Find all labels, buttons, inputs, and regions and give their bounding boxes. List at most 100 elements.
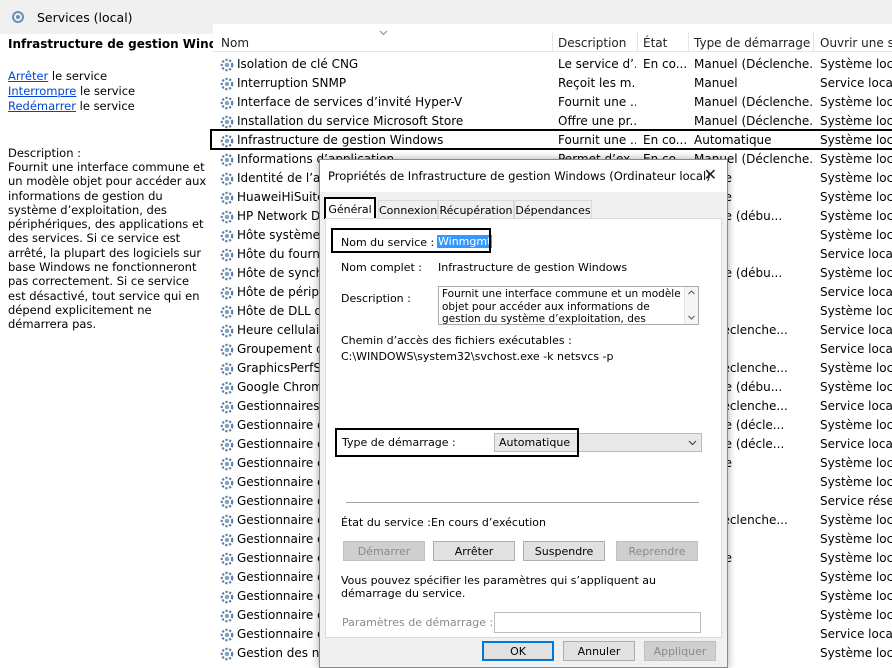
table-cell: Manuel (Déclenche...: [694, 95, 812, 109]
table-cell: Système local: [820, 608, 892, 622]
column-separator[interactable]: [637, 32, 638, 52]
pause-link[interactable]: Interrompre: [8, 84, 76, 98]
params-input[interactable]: [494, 612, 701, 633]
table-cell: Système local: [820, 418, 892, 432]
full-name-label: Nom complet :: [341, 261, 422, 274]
table-cell: Système local: [820, 646, 892, 660]
pause-button[interactable]: Suspendre: [523, 541, 605, 561]
table-row[interactable]: Interface de services d’invité Hyper-V Fo…: [213, 93, 892, 112]
gear-icon: [219, 437, 235, 453]
gear-icon: [219, 494, 235, 510]
table-cell: Reçoit les m...: [558, 76, 636, 90]
gear-icon: [219, 285, 235, 301]
gear-icon: [219, 190, 235, 206]
tab-dependances[interactable]: Dépendances: [514, 200, 592, 219]
chevron-down-icon[interactable]: [688, 315, 695, 320]
table-cell: Manuel (Déclenche...: [694, 57, 812, 71]
gear-icon: [219, 456, 235, 472]
tab-connexion[interactable]: Connexion: [378, 200, 438, 219]
restart-link[interactable]: Redémarrer: [8, 99, 76, 113]
description-text: Fournit une interface commune et un modè…: [8, 160, 207, 332]
column-header-state[interactable]: État: [643, 36, 667, 50]
table-cell: Service local: [820, 323, 892, 337]
column-header-description[interactable]: Description: [558, 36, 626, 50]
table-cell: Interruption SNMP: [237, 76, 347, 90]
table-cell: Service local: [820, 247, 892, 261]
apply-button[interactable]: Appliquer: [644, 641, 716, 661]
service-name-highlight: [331, 228, 491, 253]
gear-icon: [219, 380, 235, 396]
table-cell: Isolation de clé CNG: [237, 57, 359, 71]
chevron-down-icon: [688, 440, 697, 446]
table-row[interactable]: Interruption SNMP Reçoit les m... Manuel Se…: [213, 74, 892, 93]
gear-icon: [219, 57, 235, 73]
gear-icon: [219, 171, 235, 187]
stop-link[interactable]: Arrêter: [8, 69, 48, 83]
table-cell: Système local: [820, 57, 892, 71]
description-field[interactable]: Fournit une interface commune et un modè…: [438, 286, 699, 325]
stop-button[interactable]: Arrêter: [433, 541, 515, 561]
table-cell: Interface de services d’invité Hyper-V: [237, 95, 463, 109]
description-scrollbar[interactable]: [684, 287, 698, 324]
table-row[interactable]: Isolation de clé CNG Le service d’... En c…: [213, 55, 892, 74]
ok-button[interactable]: OK: [482, 641, 554, 661]
params-label: Paramètres de démarrage :: [342, 616, 494, 629]
table-cell: Fournit une ...: [558, 95, 636, 109]
resume-button[interactable]: Reprendre: [616, 541, 698, 561]
gear-icon: [219, 76, 235, 92]
gear-icon: [219, 627, 235, 643]
gear-icon: [219, 475, 235, 491]
start-button[interactable]: Démarrer: [343, 541, 425, 561]
table-cell: Système local: [820, 532, 892, 546]
action-text: le service: [48, 69, 108, 83]
column-separator[interactable]: [552, 32, 553, 52]
action-text: le service: [75, 99, 135, 113]
startup-type-highlight: [335, 428, 579, 457]
dialog-title-bar: Propriétés de Infrastructure de gestion …: [320, 160, 727, 192]
gear-icon: [219, 399, 235, 415]
gear-icon: [219, 361, 235, 377]
details-pane: Infrastructure de gestion Windows Arrête…: [0, 34, 244, 668]
table-cell: Système local: [820, 475, 892, 489]
gear-icon: [219, 228, 235, 244]
description-label: Description :: [8, 146, 82, 160]
gear-icon: [219, 209, 235, 225]
column-separator[interactable]: [813, 32, 814, 52]
table-cell: Manuel: [694, 76, 738, 90]
gear-icon: [219, 570, 235, 586]
tab-recuperation[interactable]: Récupération: [438, 200, 514, 219]
column-header-logon[interactable]: Ouvrir une s: [820, 36, 892, 50]
table-cell: Manuel (Déclenche...: [694, 114, 812, 128]
table-cell: Système local: [820, 589, 892, 603]
tab-general[interactable]: Général: [324, 197, 376, 219]
table-cell: Système local: [820, 95, 892, 109]
full-name-value: Infrastructure de gestion Windows: [438, 261, 628, 274]
services-window: Services (local) Infrastructure de gesti…: [0, 0, 892, 668]
action-pause: Interrompre le service: [8, 84, 135, 98]
column-separator[interactable]: [688, 32, 689, 52]
selected-service-title: Infrastructure de gestion Windows: [8, 37, 244, 51]
table-cell: Système local: [820, 152, 892, 166]
table-cell: Système local: [820, 209, 892, 223]
gear-icon: [219, 323, 235, 339]
table-cell: Service local: [820, 76, 892, 90]
close-icon[interactable]: ✕: [704, 165, 717, 184]
chevron-up-icon[interactable]: [688, 290, 695, 295]
table-cell: Service réseau: [820, 494, 892, 508]
gear-icon: [219, 304, 235, 320]
table-cell: Installation du service Microsoft Store: [237, 114, 464, 128]
table-cell: Système local: [820, 570, 892, 584]
table-cell: Service local: [820, 437, 892, 451]
column-header-name[interactable]: Nom: [221, 36, 249, 50]
service-status-value: En cours d’exécution: [431, 516, 547, 529]
action-restart: Redémarrer le service: [8, 99, 135, 113]
table-cell: Système local: [820, 228, 892, 242]
properties-dialog: Propriétés de Infrastructure de gestion …: [319, 159, 728, 668]
separator-line: [346, 502, 699, 503]
list-header: Nom Description État Type de démarrage O…: [213, 24, 892, 52]
gear-icon: [219, 589, 235, 605]
column-header-startup-type[interactable]: Type de démarrage: [694, 36, 810, 50]
cancel-button[interactable]: Annuler: [563, 641, 635, 661]
table-cell: Offre une pr...: [558, 114, 636, 128]
gear-icon: [219, 114, 235, 130]
